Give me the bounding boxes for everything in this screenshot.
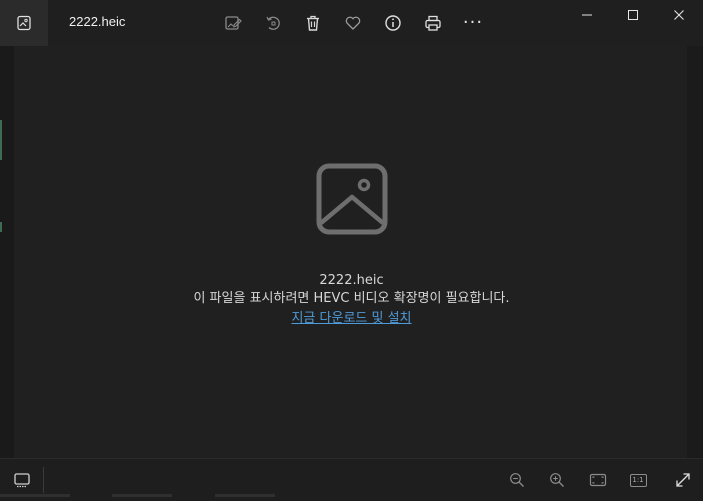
photos-app-window: 2222.heic ··· 2222.heic 이 파일을 표시하려면 HEVC… (0, 0, 703, 501)
rotate-icon (266, 16, 280, 30)
extension-required-text: 이 파일을 표시하려면 HEVC 비디오 확장명이 필요합니다. (193, 291, 510, 306)
zoom-out-button[interactable] (505, 469, 529, 491)
actual-size-label: 1:1 (632, 476, 644, 484)
photos-app-icon-button[interactable] (0, 0, 48, 46)
favorite-heart-icon (345, 16, 361, 30)
file-info-button[interactable] (381, 11, 405, 35)
actual-size-icon: 1:1 (629, 473, 647, 487)
maximize-button[interactable] (621, 4, 645, 26)
info-icon (385, 15, 401, 31)
zoom-in-button[interactable] (545, 469, 569, 491)
full-screen-button[interactable] (671, 469, 695, 491)
delete-button[interactable] (301, 11, 325, 35)
print-button[interactable] (421, 11, 445, 35)
zoom-in-icon (550, 473, 564, 487)
image-canvas (14, 46, 687, 458)
favorite-button[interactable] (341, 11, 365, 35)
background-window-marker (0, 120, 2, 160)
delete-icon (307, 15, 319, 31)
photos-app-icon (17, 15, 31, 31)
background-window-edge (0, 46, 15, 458)
toolbar-divider (43, 467, 44, 493)
download-install-link[interactable]: 지금 다운로드 및 설치 (0, 310, 703, 328)
fit-to-window-button[interactable] (586, 469, 610, 491)
file-name-text: 2222.heic (319, 273, 384, 288)
edit-image-button[interactable] (221, 11, 245, 35)
background-window-edge (112, 494, 172, 497)
background-window-edge (215, 494, 275, 497)
background-window-edge (0, 494, 70, 497)
rotate-button[interactable] (261, 11, 285, 35)
full-screen-icon (676, 473, 690, 487)
more-options-button[interactable]: ··· (461, 11, 485, 35)
fit-to-window-icon (589, 473, 607, 487)
bottom-toolbar: 1:1 (0, 458, 703, 501)
close-button[interactable] (667, 4, 691, 26)
print-icon (425, 15, 441, 31)
filmstrip-icon (14, 473, 30, 488)
actual-size-button[interactable]: 1:1 (626, 469, 650, 491)
title-bar: 2222.heic ··· (0, 0, 703, 46)
maximize-icon (628, 10, 638, 20)
close-icon (674, 10, 684, 20)
window-title: 2222.heic (69, 14, 126, 29)
edit-image-icon (225, 16, 242, 30)
minimize-icon (582, 14, 592, 16)
minimize-button[interactable] (575, 4, 599, 26)
background-window-marker (0, 222, 2, 232)
zoom-out-icon (510, 473, 524, 487)
filmstrip-button[interactable] (10, 469, 34, 491)
more-options-icon: ··· (462, 12, 484, 33)
image-placeholder-icon (316, 163, 388, 235)
right-edge-strip (687, 46, 703, 458)
